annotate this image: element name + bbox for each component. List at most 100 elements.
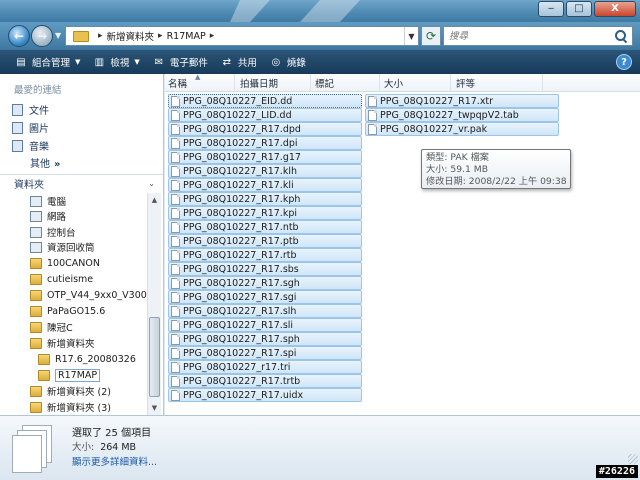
file-item[interactable]: PPG_08Q10227_R17.uidx <box>168 388 362 402</box>
show-more-details-link[interactable]: 顯示更多詳細資料... <box>72 454 157 468</box>
file-icon <box>171 179 180 191</box>
scroll-down-arrow[interactable]: ▼ <box>148 401 161 415</box>
tree-item-folder[interactable]: PaPaGO15.6 <box>30 303 105 319</box>
tree-item-folder[interactable]: 新增資料夾 (2) <box>30 383 111 399</box>
tree-item-folder[interactable]: OTP_V44_9xx0_V300 <box>30 287 147 303</box>
breadcrumb-item[interactable]: R17MAP <box>167 31 206 42</box>
file-item[interactable]: PPG_08Q10227_LID.dd <box>168 108 362 122</box>
maximize-button[interactable]: □ <box>566 1 592 17</box>
help-button[interactable]: ? <box>616 54 632 70</box>
tree-item-recycle-bin[interactable]: 資源回收筒 <box>30 239 95 255</box>
file-item[interactable]: PPG_08Q10227_R17.kli <box>168 178 362 192</box>
favorite-link-music[interactable]: 音樂 <box>12 138 49 153</box>
tree-item-folder[interactable]: cutieisme <box>30 271 93 287</box>
breadcrumb-separator[interactable]: ▸ <box>158 31 163 41</box>
file-item[interactable]: PPG_08Q10227_R17.trtb <box>168 374 362 388</box>
back-button[interactable]: ← <box>8 25 30 47</box>
file-item[interactable]: PPG_08Q10227_R17.sli <box>168 318 362 332</box>
tree-item-folder[interactable]: 陳冠C <box>30 319 73 335</box>
favorite-link-pictures[interactable]: 圖片 <box>12 120 49 135</box>
tree-item-computer[interactable]: 電腦 <box>30 193 66 209</box>
views-label: 檢視 <box>110 58 130 69</box>
folders-header[interactable]: 資料夾 ⌄ <box>0 174 163 192</box>
column-header-size[interactable]: 大小 <box>381 74 451 92</box>
breadcrumb-separator[interactable]: ▸ <box>210 31 215 41</box>
chevron-down-icon: ▼ <box>55 31 62 40</box>
search-input[interactable] <box>449 30 614 42</box>
tree-item-folder[interactable]: R17.6_20080326 <box>38 351 136 367</box>
column-label: 名稱 <box>168 79 188 90</box>
tree-item-selected-folder[interactable]: R17MAP <box>38 367 101 383</box>
search-icon[interactable] <box>614 29 628 43</box>
share-button[interactable]: ⇄ 共用 <box>214 52 263 72</box>
resize-grip[interactable] <box>628 454 638 464</box>
file-name: PPG_08Q10227_R17.g17 <box>183 151 301 163</box>
file-item[interactable]: PPG_08Q10227_twpqpV2.tab <box>365 108 559 122</box>
file-name: PPG_08Q10227_twpqpV2.tab <box>380 109 519 121</box>
file-name: PPG_08Q10227_EID.dd <box>183 95 293 107</box>
tree-item-folder[interactable]: 新增資料夾 <box>30 335 95 351</box>
address-bar[interactable]: ▸ 新增資料夾 ▸ R17MAP ▸ ▼ <box>65 26 419 46</box>
file-item[interactable]: PPG_08Q10227_r17.tri <box>168 360 362 374</box>
email-button[interactable]: ✉ 電子郵件 <box>146 52 214 72</box>
folders-label: 資料夾 <box>14 180 44 191</box>
tree-item-control-panel[interactable]: 控制台 <box>30 224 76 240</box>
file-name: PPG_08Q10227_R17.rtb <box>183 249 297 261</box>
navigation-scrollbar[interactable]: ▲ ▼ <box>147 193 161 415</box>
breadcrumb-item[interactable]: 新增資料夾 <box>107 29 155 43</box>
favorite-link-documents[interactable]: 文件 <box>12 102 49 117</box>
burn-button[interactable]: ◎ 燒錄 <box>263 52 312 72</box>
tree-label: 陳冠C <box>47 323 73 334</box>
column-header-date-taken[interactable]: 拍攝日期 <box>237 74 311 92</box>
file-item[interactable]: PPG_08Q10227_R17.rtb <box>168 248 362 262</box>
file-item[interactable]: PPG_08Q10227_R17.g17 <box>168 150 362 164</box>
file-item[interactable]: PPG_08Q10227_R17.sgh <box>168 276 362 290</box>
file-name: PPG_08Q10227_R17.kph <box>183 193 301 205</box>
control-panel-icon <box>30 226 42 238</box>
file-item[interactable]: PPG_08Q10227_R17.sbs <box>168 262 362 276</box>
tree-label: R17MAP <box>55 368 101 382</box>
selection-size: 大小: 264 MB <box>72 439 136 453</box>
breadcrumb-separator[interactable]: ▸ <box>98 31 103 41</box>
scroll-up-arrow[interactable]: ▲ <box>148 193 161 207</box>
file-item[interactable]: PPG_08Q10227_R17.spi <box>168 346 362 360</box>
file-item[interactable]: PPG_08Q10227_R17.ptb <box>168 234 362 248</box>
minimize-button[interactable]: ‒ <box>538 1 564 17</box>
address-dropdown[interactable]: ▼ <box>404 27 418 45</box>
views-icon: ▥ <box>94 56 105 68</box>
file-item[interactable]: PPG_08Q10227_R17.klh <box>168 164 362 178</box>
arrow-left-icon: ← <box>13 29 25 43</box>
file-item[interactable]: PPG_08Q10227_vr.pak <box>365 122 559 136</box>
documents-icon <box>12 103 23 116</box>
file-icon <box>171 165 180 177</box>
tree-item-folder[interactable]: 新增資料夾 (3) <box>30 399 111 415</box>
refresh-button[interactable]: ⟳ <box>421 26 441 46</box>
file-item[interactable]: PPG_08Q10227_R17.kpi <box>168 206 362 220</box>
file-item[interactable]: PPG_08Q10227_R17.kph <box>168 192 362 206</box>
column-header-name[interactable]: 名稱 ▲ <box>165 73 235 92</box>
scrollbar-thumb[interactable] <box>149 317 160 397</box>
recent-pages-dropdown[interactable]: ▼ <box>55 31 61 40</box>
close-button[interactable]: X <box>594 1 636 17</box>
tree-label: 新增資料夾 <box>47 339 95 350</box>
file-item[interactable]: PPG_08Q10227_R17.sgi <box>168 290 362 304</box>
file-item[interactable]: PPG_08Q10227_R17.sph <box>168 332 362 346</box>
views-button[interactable]: ▥ 檢視 ▼ <box>86 52 145 72</box>
column-header-tags[interactable]: 標記 <box>312 74 380 92</box>
tree-item-folder[interactable]: 100CANON <box>30 255 100 271</box>
file-icon <box>171 347 180 359</box>
forward-button[interactable]: → <box>31 25 53 47</box>
file-item[interactable]: PPG_08Q10227_R17.dpd <box>168 122 362 136</box>
favorites-more-link[interactable]: 其他 » <box>30 155 60 170</box>
file-item[interactable]: PPG_08Q10227_R17.slh <box>168 304 362 318</box>
folder-icon <box>30 305 42 317</box>
file-item[interactable]: PPG_08Q10227_R17.ntb <box>168 220 362 234</box>
file-item[interactable]: PPG_08Q10227_R17.dpi <box>168 136 362 150</box>
file-item[interactable]: PPG_08Q10227_EID.dd <box>168 94 362 108</box>
tooltip-modified: 修改日期: 2008/2/22 上午 09:38 <box>426 176 567 187</box>
tree-item-network[interactable]: 網路 <box>30 208 66 224</box>
organize-button[interactable]: ▤ 組合管理 ▼ <box>8 52 86 72</box>
file-item[interactable]: PPG_08Q10227_R17.xtr <box>365 94 559 108</box>
column-header-rating[interactable]: 評等 <box>453 74 543 92</box>
search-box[interactable] <box>443 26 633 46</box>
